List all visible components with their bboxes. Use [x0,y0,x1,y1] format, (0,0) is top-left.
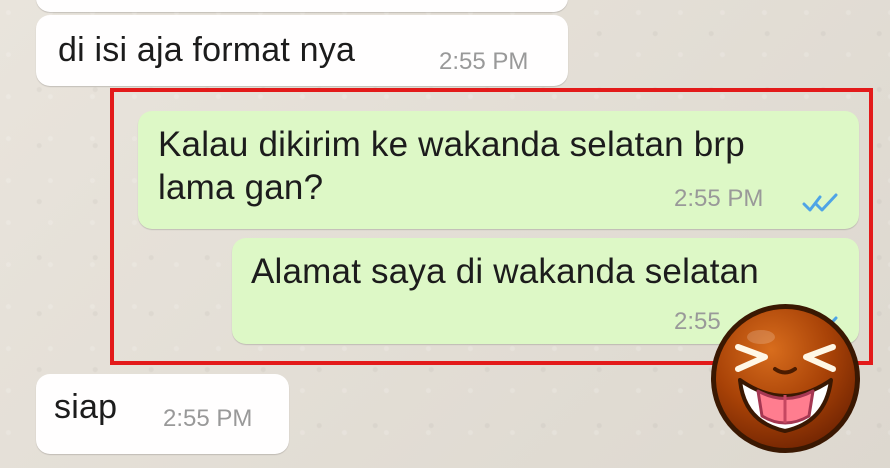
message-text: siap [54,388,118,426]
laughing-emoji-icon [709,302,862,455]
message-time: 2:55 PM [439,48,529,75]
outgoing-message-bubble[interactable]: Kalau dikirim ke wakanda selatan brp lam… [138,111,859,229]
cropped-message-bubble [36,0,568,12]
incoming-message-bubble[interactable]: di isi aja format nya 2:55 PM [36,15,568,86]
message-time: 2:55 PM [674,185,764,212]
message-time: 2:55 PM [163,405,253,432]
incoming-message-bubble[interactable]: siap 2:55 PM [36,374,289,454]
double-check-icon [802,193,842,213]
message-text: di isi aja format nya [58,31,356,69]
message-text: Alamat saya di wakanda selatan [251,252,759,291]
